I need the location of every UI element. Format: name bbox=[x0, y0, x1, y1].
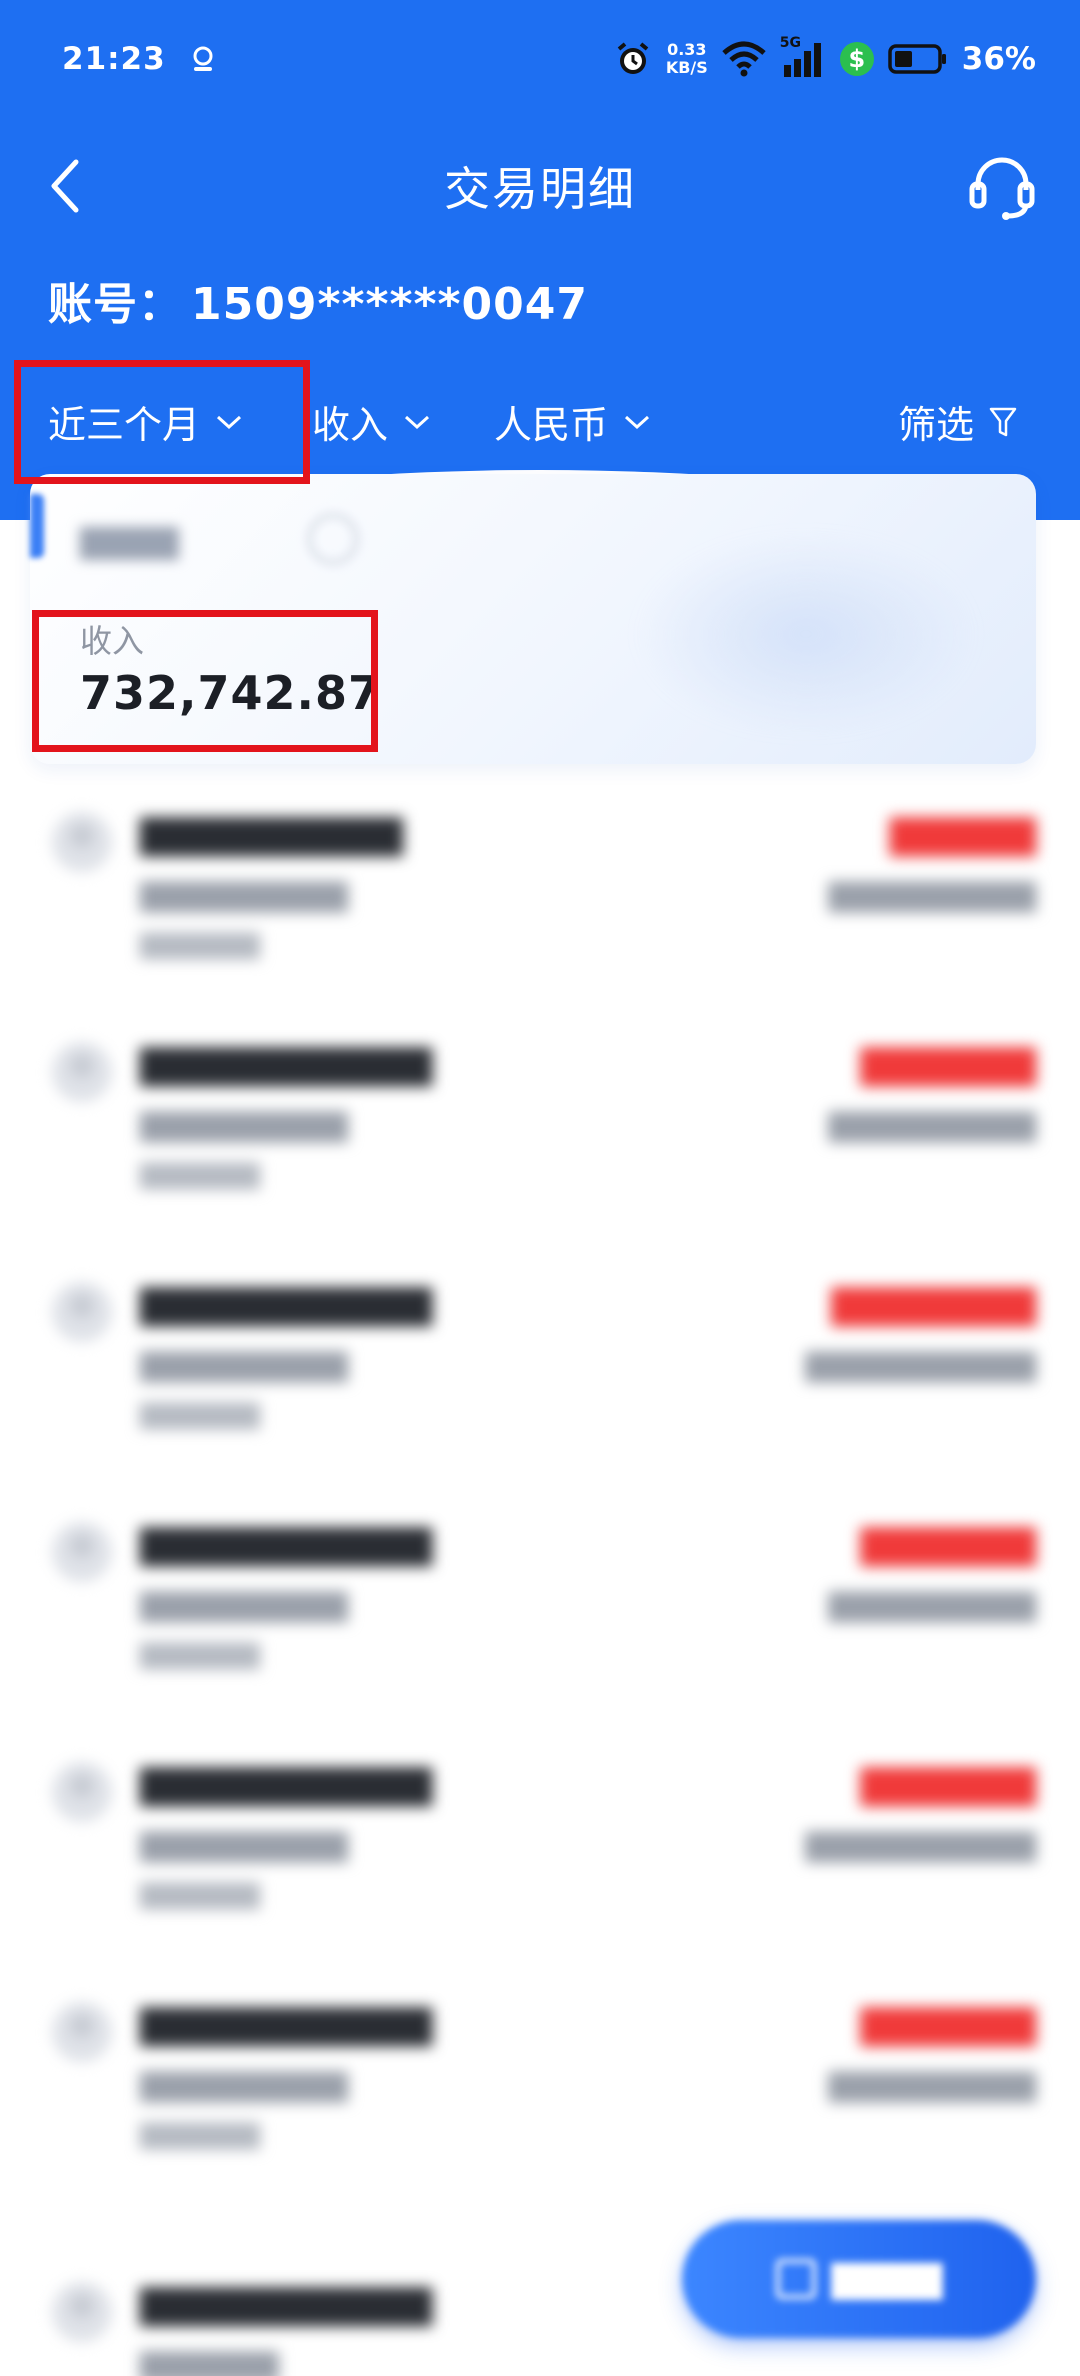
tx-name-blurred: ▇▇▇▇▇▇▇▇▇▇ bbox=[140, 2002, 433, 2046]
tx-name-blurred: ▇▇▇▇▇▇▇▇▇▇ bbox=[140, 1042, 433, 1086]
status-time: 21:23 bbox=[62, 41, 166, 77]
tx-amount-blurred: ▇▇▇▇▇▇▇ bbox=[831, 1282, 1036, 1326]
tx-sub-blurred: ▇▇▇▇▇▇▇▇▇ bbox=[140, 1828, 348, 1863]
filter-funnel-icon bbox=[989, 407, 1017, 436]
income-label: 收入 bbox=[80, 622, 145, 660]
table-row[interactable]: ▇▇▇▇▇▇▇▇▇▇ ▇▇▇▇▇▇▇▇▇ ▇▇▇▇▇▇ ▇▇▇▇▇▇ ▇▇▇▇▇… bbox=[0, 1740, 1080, 1940]
card-decoration bbox=[636, 534, 976, 734]
tx-time-blurred: ▇▇▇▇▇▇ bbox=[140, 1400, 260, 1430]
currency-filter-label: 人民币 bbox=[494, 403, 609, 447]
tx-time-blurred: ▇▇▇▇▇▇ bbox=[140, 1640, 260, 1670]
nav-bar: 交易明细 bbox=[0, 130, 1080, 242]
tx-time-blurred: ▇▇▇▇▇▇ bbox=[140, 930, 260, 960]
period-filter[interactable]: 近三个月 bbox=[48, 394, 244, 449]
app-notification-icon bbox=[193, 46, 213, 71]
tx-amount-blurred: ▇▇▇▇▇ bbox=[889, 812, 1036, 856]
tx-name-blurred: ▇▇▇▇▇▇▇▇▇▇ bbox=[140, 1522, 433, 1566]
income-total: 732,742.87 bbox=[80, 666, 382, 720]
tx-time-blurred: ▇▇▇▇▇▇ bbox=[140, 1880, 260, 1910]
tx-balance-blurred: ▇▇▇▇▇▇▇▇▇▇ bbox=[805, 1828, 1036, 1863]
table-row[interactable]: ▇▇▇▇▇▇▇▇▇ ▇▇▇▇▇▇▇▇▇ ▇▇▇▇▇▇ ▇▇▇▇▇ ▇▇▇▇▇▇▇… bbox=[0, 790, 1080, 990]
avatar bbox=[52, 2002, 112, 2062]
type-filter-label: 收入 bbox=[312, 403, 389, 447]
back-arrow-icon[interactable] bbox=[44, 156, 84, 216]
tx-sub-blurred: ▇▇▇▇▇▇▇▇▇ bbox=[140, 1588, 348, 1623]
info-icon bbox=[308, 514, 358, 564]
battery-icon bbox=[888, 44, 946, 74]
tx-balance-blurred: ▇▇▇▇▇▇▇▇▇▇ bbox=[805, 1348, 1036, 1383]
tx-time-blurred: ▇▇▇▇▇▇ bbox=[140, 2120, 260, 2150]
screen-filter-label: 筛选 bbox=[897, 403, 974, 447]
tx-balance-blurred: ▇▇▇▇▇▇▇▇▇ bbox=[828, 878, 1036, 913]
tx-amount-blurred: ▇▇▇▇▇▇ bbox=[860, 1762, 1036, 1806]
chevron-down-icon bbox=[405, 415, 430, 429]
period-filter-label: 近三个月 bbox=[48, 403, 201, 447]
card-heading-blurred: ▇▇▇▇ bbox=[80, 522, 179, 560]
tx-amount-blurred: ▇▇▇▇▇▇ bbox=[860, 2002, 1036, 2046]
tx-balance-blurred: ▇▇▇▇▇▇▇▇▇ bbox=[828, 1588, 1036, 1623]
card-accent-bar bbox=[30, 494, 44, 558]
floating-action-button[interactable]: ▇▇▇▇ bbox=[682, 2220, 1036, 2338]
tx-amount-blurred: ▇▇▇▇▇▇ bbox=[860, 1522, 1036, 1566]
avatar bbox=[52, 812, 112, 872]
status-icons: 0.33 KB/S 5G $ 36% bbox=[614, 35, 1036, 79]
table-row[interactable]: ▇▇▇▇▇▇▇▇▇▇ ▇▇▇▇▇▇▇▇▇ ▇▇▇▇▇▇ ▇▇▇▇▇▇ ▇▇▇▇▇… bbox=[0, 1980, 1080, 2180]
net-speed-value: 0.33 bbox=[667, 40, 707, 59]
tx-name-blurred: ▇▇▇▇▇▇▇▇▇▇ bbox=[140, 2282, 433, 2326]
customer-service-icon[interactable] bbox=[966, 150, 1038, 222]
tx-name-blurred: ▇▇▇▇▇▇▇▇▇ bbox=[140, 812, 404, 856]
screen-filter-button[interactable]: 筛选 bbox=[898, 394, 1018, 449]
tx-sub-blurred: ▇▇▇▇▇▇▇▇▇ bbox=[140, 2068, 348, 2103]
filter-bar: 近三个月 收入 人民币 筛选 bbox=[0, 360, 1080, 470]
tx-balance-blurred: ▇▇▇▇▇▇▇▇▇ bbox=[828, 1108, 1036, 1143]
tx-time-blurred: ▇▇▇▇▇▇ bbox=[140, 1160, 260, 1190]
signal-icon: 5G bbox=[780, 35, 826, 79]
chevron-down-icon bbox=[625, 415, 650, 429]
type-filter[interactable]: 收入 bbox=[312, 394, 432, 449]
net-speed-unit: KB/S bbox=[665, 58, 708, 77]
alarm-icon bbox=[617, 42, 649, 74]
table-row[interactable]: ▇▇▇▇▇▇▇▇▇▇ ▇▇▇▇▇▇▇▇▇ ▇▇▇▇▇▇ ▇▇▇▇▇▇ ▇▇▇▇▇… bbox=[0, 1500, 1080, 1700]
tx-sub-blurred: ▇▇▇▇▇▇▇▇▇ bbox=[140, 1108, 348, 1143]
tx-balance-blurred: ▇▇▇▇▇▇▇▇▇ bbox=[828, 2068, 1036, 2103]
net-speed: 0.33 KB/S bbox=[666, 41, 708, 77]
floating-button-label-blurred: ▇▇▇▇ bbox=[831, 2258, 943, 2300]
tx-sub-blurred: ▇▇▇▇▇▇▇▇▇ bbox=[140, 1348, 348, 1383]
tx-amount-blurred: ▇▇▇▇▇▇ bbox=[860, 1042, 1036, 1086]
tx-name-blurred: ▇▇▇▇▇▇▇▇▇▇ bbox=[140, 1282, 433, 1326]
account-number: 1509******0047 bbox=[191, 279, 588, 330]
avatar bbox=[52, 1042, 112, 1102]
wifi-icon bbox=[722, 41, 766, 77]
avatar bbox=[52, 1522, 112, 1582]
tx-name-blurred: ▇▇▇▇▇▇▇▇▇▇ bbox=[140, 1762, 433, 1806]
battery-percent: 36% bbox=[961, 41, 1036, 77]
table-row[interactable]: ▇▇▇▇▇▇▇▇▇▇ ▇▇▇▇▇▇▇▇▇ ▇▇▇▇▇▇ ▇▇▇▇▇▇ ▇▇▇▇▇… bbox=[0, 1020, 1080, 1220]
avatar bbox=[52, 1282, 112, 1342]
tx-sub-blurred: ▇▇▇▇▇▇▇▇▇ bbox=[140, 878, 348, 913]
money-app-icon: $ bbox=[839, 42, 874, 76]
table-row[interactable]: ▇▇▇▇▇▇▇▇▇▇ ▇▇▇▇▇▇▇▇▇ ▇▇▇▇▇▇ ▇▇▇▇▇▇▇ ▇▇▇▇… bbox=[0, 1260, 1080, 1460]
avatar bbox=[52, 2282, 112, 2342]
document-icon bbox=[775, 2259, 816, 2299]
summary-card: ▇▇▇▇ 收入 732,742.87 bbox=[30, 474, 1036, 764]
page-title: 交易明细 bbox=[444, 162, 636, 216]
account-line: 账号： 1509******0047 bbox=[48, 268, 588, 332]
currency-filter[interactable]: 人民币 bbox=[494, 394, 652, 449]
avatar bbox=[52, 1762, 112, 1822]
chevron-down-icon bbox=[217, 415, 242, 429]
status-bar: 21:23 0.33 KB/S 5G $ 36% bbox=[0, 0, 1080, 118]
account-label: 账号： bbox=[48, 279, 183, 330]
tx-sub-blurred: ▇▇▇▇▇▇ bbox=[140, 2348, 279, 2376]
